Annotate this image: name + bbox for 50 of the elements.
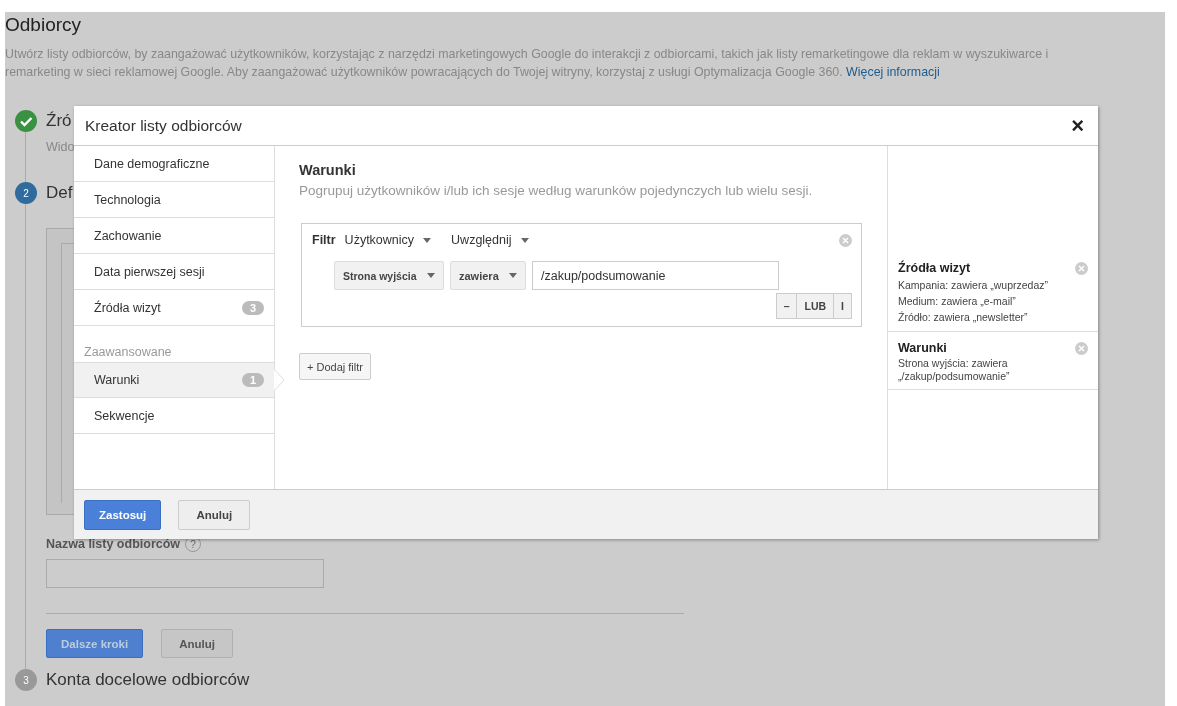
add-filter-button[interactable]: + Dodaj filtr — [299, 353, 371, 380]
clear-icon — [1075, 342, 1088, 355]
summary-text: Strona wyjścia: zawiera „/zakup/podsumowanie” — [898, 357, 1011, 383]
clear-icon — [839, 233, 852, 247]
summary-text: Medium: zawiera „e-mail” — [898, 294, 1017, 309]
count-badge: 1 — [241, 373, 264, 387]
logic-button[interactable]: LUB — [796, 293, 835, 319]
cancel-button[interactable]: Anuluj — [178, 499, 251, 530]
check-icon — [15, 110, 37, 132]
close-button[interactable]: × — [1067, 114, 1088, 137]
step-subtitle: Wido — [46, 140, 75, 154]
page-title: Odbiorcy — [5, 14, 83, 36]
section-label: Zaawansowane — [83, 344, 173, 361]
nav-item[interactable]: Data pierwszej sesji — [74, 254, 274, 290]
section-description: Pogrupuj użytkowników i/lub ich sesje według warunków pojedynczych lub wielu sesji. — [299, 183, 814, 198]
primary-button[interactable]: Zastosuj — [84, 499, 162, 530]
caret-icon — [423, 237, 432, 243]
summary-text: Kampania: zawiera „wuprzedaz” — [898, 278, 1049, 293]
nav-item[interactable]: Źródła wizyt 3 — [74, 290, 274, 326]
name-input-field[interactable] — [46, 559, 324, 588]
caret-icon — [509, 273, 517, 278]
summary-title: Źródła wizyt — [898, 261, 972, 275]
dimension-select[interactable]: Strona wyjścia — [334, 261, 444, 290]
summary-text: Źródło: zawiera „newsletter” — [898, 310, 1029, 325]
step-title: Def — [46, 183, 73, 203]
scope-dropdown[interactable]: Użytkownicy — [344, 233, 432, 247]
step-number: 3 — [15, 669, 37, 691]
value-input[interactable]: /zakup/podsumowanie — [532, 261, 779, 290]
nav-item[interactable]: Technologia — [74, 182, 274, 218]
mode-dropdown[interactable]: Uwzględnij — [451, 233, 529, 247]
logic-button[interactable]: I — [833, 293, 852, 319]
step-number: 2 — [15, 182, 37, 204]
caret-icon — [520, 237, 529, 243]
logic-button[interactable]: – — [775, 293, 798, 319]
count-badge: 3 — [241, 300, 264, 315]
nav-item[interactable]: Dane demograficzne — [74, 146, 274, 182]
caret-icon — [427, 273, 435, 278]
summary-title: Warunki — [898, 341, 948, 355]
more-info-link[interactable]: Więcej informacji — [846, 65, 940, 79]
nav-item[interactable]: Zachowanie — [74, 218, 274, 254]
step-title: Źró — [46, 111, 72, 131]
field-label: Nazwa listy odbiorców — [46, 537, 181, 551]
cancel-button[interactable]: Anuluj — [161, 629, 234, 658]
dialog-title: Kreator listy odbiorców — [85, 116, 242, 135]
operator-select[interactable]: zawiera — [450, 261, 526, 290]
filter-label: Filtr — [312, 233, 336, 247]
clear-icon — [1075, 262, 1088, 275]
section-heading: Warunki — [299, 162, 357, 178]
nav-item[interactable]: Sekwencje — [74, 398, 274, 434]
step-title: Konta docelowe odbiorców — [46, 670, 250, 690]
